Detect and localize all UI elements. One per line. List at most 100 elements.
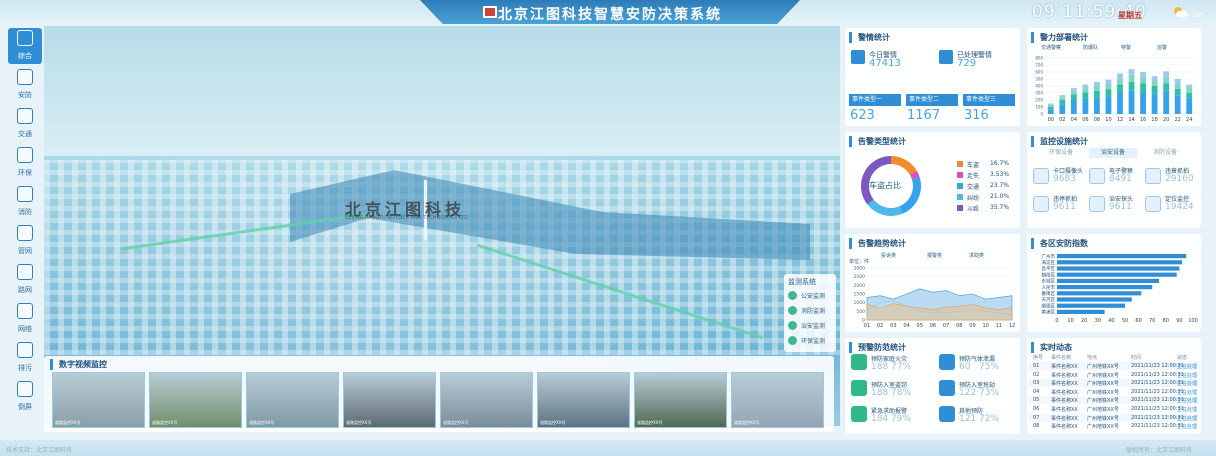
nav-item-2[interactable]: 交通 (8, 106, 42, 142)
donut-center-label: 车盗占比 (869, 181, 901, 190)
table-cell: 04 (1033, 388, 1040, 395)
camera-feed[interactable]: 道路监控XX号 (246, 372, 339, 428)
table-row[interactable]: 08 事件名称XX 广州地铁XX号 2021/11/23 12:00:31 正在处理 (1029, 422, 1199, 431)
monitor-facilities-panel: 监控设施统计 环保设备 治安设备 消防设备 卡口摄像头 9683 电子警察 8491 违… (1027, 132, 1201, 228)
district-bar (1057, 291, 1142, 296)
facility-item[interactable]: 违停抓拍 9611 (1033, 194, 1093, 216)
leaf-icon (788, 336, 797, 345)
camera-feed[interactable]: 道路监控XX号 (149, 372, 242, 428)
legend-item-security[interactable]: 治安监测 (788, 320, 836, 332)
security-icon (788, 321, 797, 330)
x-tick-label: 18 (1151, 117, 1157, 123)
x-tick-label: 16 (1140, 117, 1146, 123)
table-cell: 08 (1033, 423, 1040, 430)
camera-feed[interactable]: 道路监控XX号 (440, 372, 533, 428)
table-cell: 事件名称XX (1051, 381, 1078, 388)
nav-item-0[interactable]: 综合 (8, 28, 42, 64)
nav-item-3[interactable]: 环保 (8, 145, 42, 181)
x-tick-label: 04 (1071, 117, 1077, 123)
tab-security-devices[interactable]: 治安设备 (1089, 148, 1137, 158)
camera-feed[interactable]: 道路监控XX号 (634, 372, 727, 428)
dispatch-bar (1151, 93, 1158, 114)
legend-item-fire[interactable]: 消防监测 (788, 305, 836, 317)
camera-feed[interactable]: 道路监控XX号 (731, 372, 824, 428)
table-row[interactable]: 02 事件名称XX 广州地铁XX号 2021/11/23 12:00:31 正在处理 (1029, 370, 1199, 379)
dispatch-bar (1140, 83, 1146, 93)
camera-label: 道路监控XX号 (249, 420, 275, 425)
donut-legend-value: 35.7% (990, 204, 1010, 211)
donut-legend-value: 3.53% (990, 171, 1010, 178)
event-type-2-label: 事件类型二 (906, 94, 958, 106)
legend-item-env[interactable]: 环保监测 (788, 335, 836, 347)
dispatch-bar (1070, 90, 1077, 95)
nav-item-9[interactable]: 倒屏 (8, 379, 42, 415)
y-tick-label: 400 (1035, 84, 1043, 89)
x-tick-label: 22 (1175, 117, 1181, 123)
nav-item-7[interactable]: 网络 (8, 301, 42, 337)
y-tick-label: 1000 (854, 300, 866, 306)
donut-slice (899, 176, 921, 214)
table-row[interactable]: 05 事件名称XX 广州地铁XX号 2021/11/23 12:00:31 正在处理 (1029, 396, 1199, 405)
facility-item[interactable]: 违章抓拍 29160 (1145, 166, 1205, 188)
nav-item-1[interactable]: 安防 (8, 67, 42, 103)
camera-feed[interactable]: 道路监控XX号 (343, 372, 436, 428)
table-cell: 广州地铁XX号 (1087, 424, 1119, 431)
table-cell: 05 (1033, 397, 1040, 404)
y-tick-label: 2500 (854, 274, 866, 280)
legend-item-police[interactable]: 公安监测 (788, 290, 836, 302)
trend-legend-2: 报警类 (927, 253, 943, 259)
tab-env-devices[interactable]: 环保设备 (1037, 148, 1085, 158)
table-row[interactable]: 04 事件名称XX 广州地铁XX号 2021/11/23 12:00:31 正在处理 (1029, 387, 1199, 396)
warning-value: 184 (871, 414, 889, 424)
district-bar (1057, 309, 1105, 314)
x-tick-label: 11 (996, 323, 1002, 329)
table-row[interactable]: 07 事件名称XX 广州地铁XX号 2021/11/23 12:00:31 正在处理 (1029, 413, 1199, 422)
dispatch-bar (1082, 98, 1089, 114)
district-label: 番禺区 (1042, 290, 1056, 297)
facility-value: 9611 (1053, 202, 1076, 212)
nav-label: 安防 (18, 91, 32, 99)
dispatch-bar (1070, 88, 1077, 91)
legend-swatch (957, 183, 963, 189)
nav-item-8[interactable]: 排污 (8, 340, 42, 376)
camera-feed[interactable]: 道路监控XX号 (537, 372, 630, 428)
facility-item[interactable]: 卡口摄像头 9683 (1033, 166, 1093, 188)
x-tick-label: 10 (1105, 117, 1111, 123)
dispatch-bar (1128, 90, 1135, 114)
nav-item-6[interactable]: 路网 (8, 262, 42, 298)
donut-legend-value: 16.7% (990, 160, 1010, 167)
facility-item[interactable]: 电子警察 8491 (1089, 166, 1149, 188)
x-tick-label: 40 (1108, 318, 1114, 324)
district-label: 海淀区 (1042, 259, 1056, 266)
tab-fire-devices[interactable]: 消防设备 (1141, 148, 1189, 158)
table-cell: 正在处理 (1177, 398, 1198, 405)
table-header: 状态 (1177, 355, 1188, 361)
table-row[interactable]: 06 事件名称XX 广州地铁XX号 2021/11/23 12:00:31 正在处理 (1029, 405, 1199, 413)
facility-value: 19424 (1165, 202, 1194, 212)
camera-feed[interactable]: 道路监控XX号 (52, 372, 145, 428)
district-chart: 广州市海淀区昌平区朝阳区东城区人民市番禺区天河区顺德区黄浦区 0 10 20 30 40 5… (1042, 253, 1198, 324)
table-header: 事件名称 (1051, 355, 1072, 361)
dispatch-bar (1163, 83, 1170, 92)
dispatch-bar (1128, 74, 1135, 82)
warning-pct: 78% (891, 388, 912, 398)
dispatch-bar (1082, 84, 1089, 89)
y-tick-label: 700 (1035, 63, 1043, 68)
pipe-icon (17, 225, 33, 241)
facility-item[interactable]: 定位监控 19424 (1145, 194, 1205, 216)
district-label: 天河区 (1042, 296, 1056, 303)
x-tick-label: 00 (1048, 117, 1054, 123)
nav-item-5[interactable]: 管网 (8, 223, 42, 259)
dispatch-chart: 0 100 200 300 400 500 600 700 800 00 02 04 06 08 10 12 1… (1035, 56, 1195, 123)
table-row[interactable]: 03 事件名称XX 广州地铁XX号 2021/11/23 12:00:31 正在处理 (1029, 379, 1199, 388)
dispatch-bar (1070, 94, 1077, 100)
facility-item[interactable]: 治安探头 9611 (1089, 194, 1149, 216)
table-row[interactable]: 01 事件名称XX 广州地铁XX号 2021/11/23 12:00:31 正在处理 (1029, 362, 1199, 370)
table-cell: 02 (1033, 371, 1040, 378)
violation-icon (1145, 168, 1161, 184)
dispatch-bar (1128, 69, 1135, 75)
left-nav: 综合安防交通 环保 消防 管网 路网 网络 排污 倒屏 (8, 28, 42, 428)
table-cell: 01 (1033, 363, 1040, 369)
nav-item-4[interactable]: 消防 (8, 184, 42, 220)
x-tick-label: 12 (1117, 117, 1123, 123)
